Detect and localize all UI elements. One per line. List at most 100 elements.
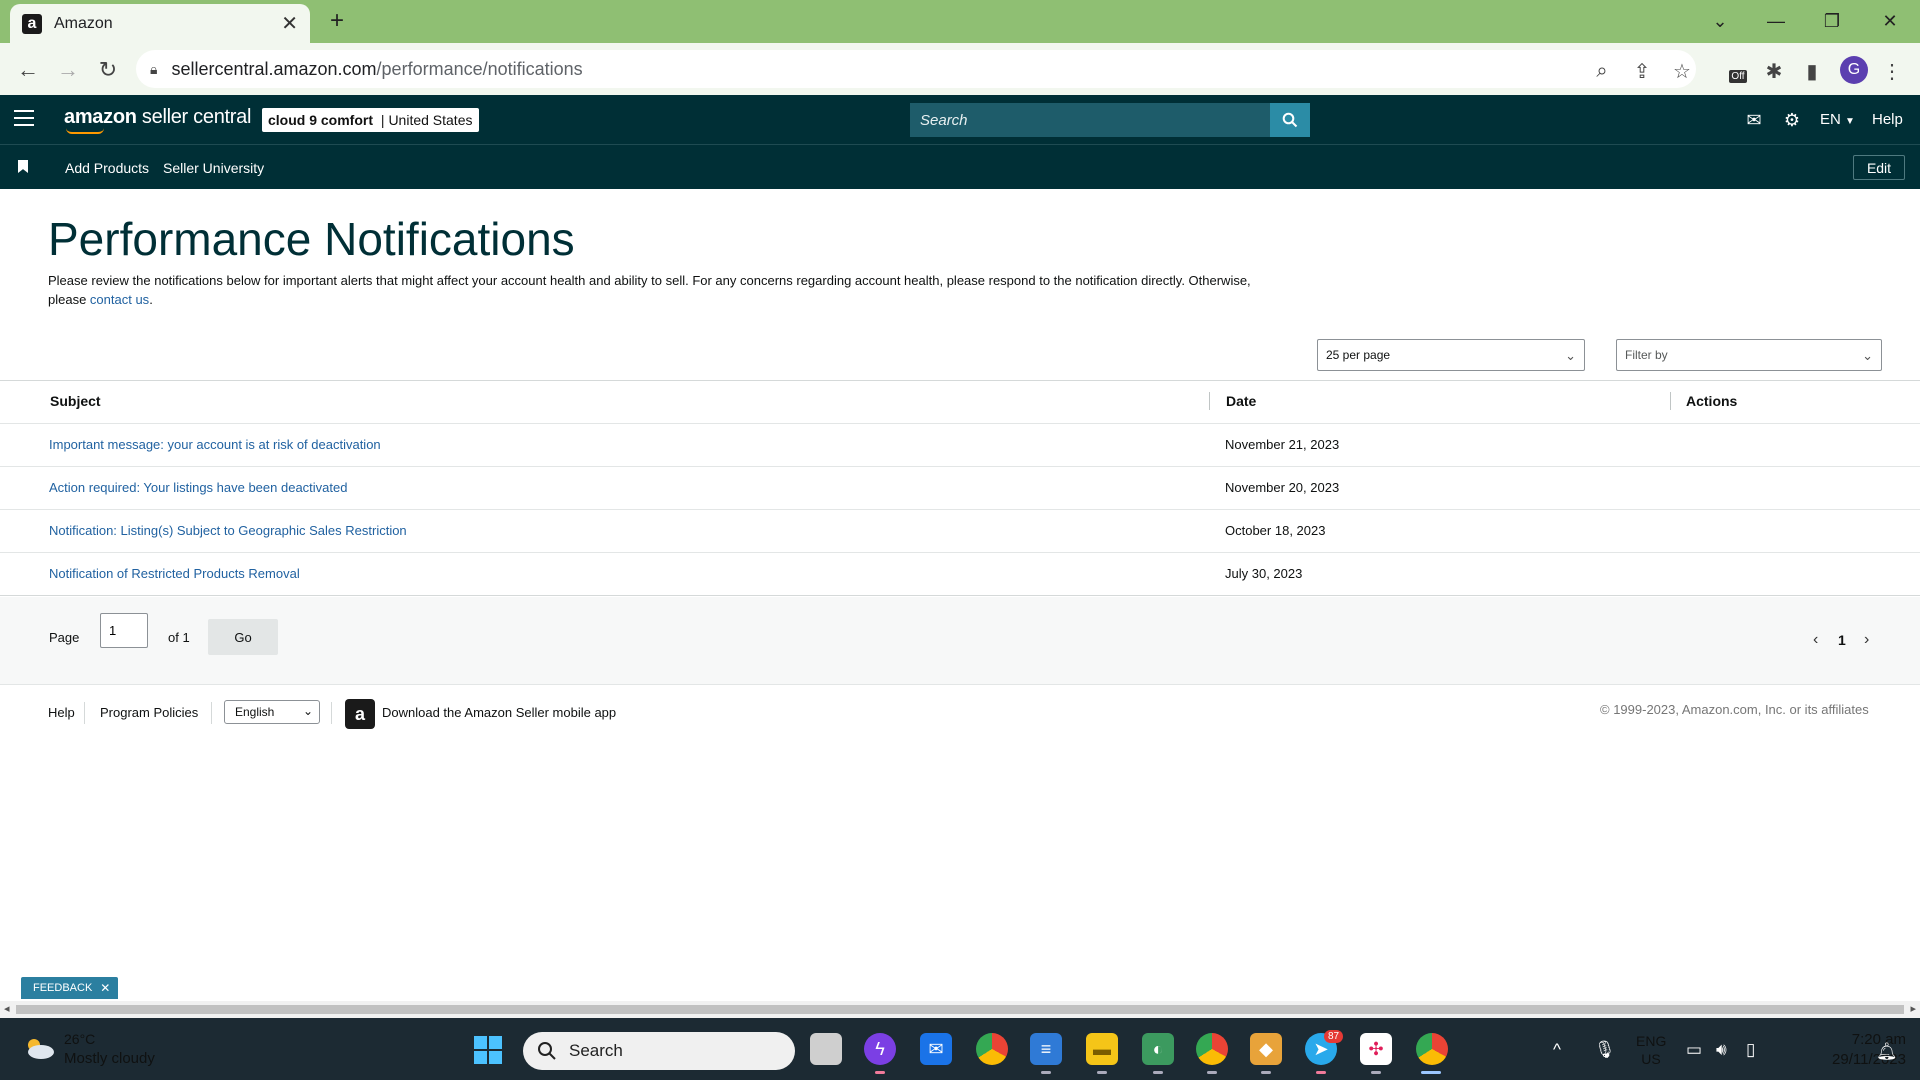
file-explorer-icon[interactable]: ▬ — [1086, 1033, 1118, 1065]
next-page-icon[interactable]: › — [1864, 631, 1869, 649]
tab-search-chevron-icon[interactable]: ⌄ — [1696, 4, 1744, 38]
chrome-icon[interactable] — [976, 1033, 1008, 1065]
filter-placeholder: Filter by — [1625, 348, 1668, 362]
address-bar[interactable]: 🔒︎ sellercentral.amazon.com/performance/… — [136, 50, 1696, 88]
account-switcher[interactable]: cloud 9 comfort | United States — [262, 108, 479, 132]
minimize-icon[interactable]: — — [1752, 4, 1800, 38]
description-text: Please review the notifications below fo… — [48, 273, 1251, 307]
battery-icon[interactable]: ▯ — [1746, 1040, 1755, 1060]
url-domain: sellercentral.amazon.com — [171, 58, 377, 79]
share-icon[interactable]: ⇪ — [1628, 57, 1656, 85]
go-button[interactable]: Go — [208, 619, 278, 655]
close-tab-icon[interactable]: ✕ — [281, 11, 298, 36]
extension-off-icon[interactable]: Off — [1722, 57, 1754, 85]
filter-select[interactable]: Filter by ⌄ — [1616, 339, 1882, 371]
messenger-icon[interactable]: ϟ — [864, 1033, 896, 1065]
account-region: United States — [388, 112, 473, 128]
settings-gear-icon[interactable]: ⚙ — [1781, 110, 1803, 130]
hamburger-menu-icon[interactable] — [14, 110, 34, 126]
chrome-menu-icon[interactable]: ⋮ — [1878, 57, 1906, 85]
scrollbar-thumb[interactable] — [16, 1005, 1904, 1014]
column-divider — [1670, 392, 1671, 410]
lang-top: ENG — [1636, 1033, 1667, 1049]
column-header-date[interactable]: Date — [1226, 393, 1256, 409]
chrome-profile-icon[interactable] — [1196, 1033, 1228, 1065]
page-description: Please review the notifications below fo… — [48, 271, 1288, 309]
page-number-input[interactable] — [100, 613, 148, 648]
footer-language-value: English — [235, 705, 275, 719]
footer-help-link[interactable]: Help — [48, 705, 75, 720]
description-end: . — [149, 292, 153, 307]
browser-tab[interactable]: a Amazon ✕ — [10, 4, 310, 43]
running-indicator — [875, 1071, 885, 1074]
per-page-select[interactable]: 25 per page ⌄ — [1317, 339, 1585, 371]
forward-icon[interactable]: → — [54, 56, 82, 84]
column-header-subject[interactable]: Subject — [50, 393, 101, 409]
weather-temperature[interactable]: 26°C — [64, 1031, 95, 1047]
scroll-left-icon[interactable]: ◂ — [4, 1002, 10, 1015]
program-policies-link[interactable]: Program Policies — [100, 705, 198, 720]
taskbar-search[interactable]: Search — [523, 1032, 795, 1070]
weather-description[interactable]: Mostly cloudy — [64, 1050, 155, 1067]
scroll-right-icon[interactable]: ▸ — [1910, 1002, 1916, 1015]
account-separator: | — [377, 112, 389, 128]
notepad-icon[interactable]: ≡ — [1030, 1033, 1062, 1065]
notification-subject-link[interactable]: Notification: Listing(s) Subject to Geog… — [49, 523, 407, 538]
download-app-link[interactable]: Download the Amazon Seller mobile app — [382, 705, 616, 720]
seller-central-logo[interactable]: amazon seller central — [64, 106, 251, 134]
restore-icon[interactable]: ❐ — [1808, 4, 1856, 38]
running-indicator — [1041, 1071, 1051, 1074]
add-products-link[interactable]: Add Products — [65, 160, 149, 176]
table-row: Important message: your account is at ri… — [0, 423, 1920, 466]
running-indicator — [1371, 1071, 1381, 1074]
search-button[interactable] — [1270, 103, 1310, 137]
notification-subject-link[interactable]: Action required: Your listings have been… — [49, 480, 347, 495]
mail-app-icon[interactable]: ✉ — [920, 1033, 952, 1065]
previous-page-icon[interactable]: ‹ — [1813, 631, 1818, 649]
seller-university-link[interactable]: Seller University — [163, 160, 264, 176]
feedback-tab[interactable]: FEEDBACK ✕ — [21, 977, 119, 999]
table-row: Action required: Your listings have been… — [0, 466, 1920, 509]
task-view-icon[interactable] — [810, 1033, 842, 1065]
edit-bookmarks-button[interactable]: Edit — [1853, 155, 1905, 180]
show-hidden-icons-icon[interactable]: ^ — [1553, 1040, 1561, 1060]
column-divider — [1209, 392, 1210, 410]
back-icon[interactable]: ← — [14, 56, 42, 84]
chrome-profile-icon[interactable]: ◐ — [1142, 1033, 1174, 1065]
lock-icon: 🔒︎ — [150, 60, 158, 77]
extensions-puzzle-icon[interactable]: ✱ — [1760, 57, 1788, 85]
input-language[interactable]: ENG US — [1636, 1032, 1666, 1068]
notification-subject-link[interactable]: Notification of Restricted Products Remo… — [49, 566, 300, 581]
page-total-label: of 1 — [168, 630, 190, 645]
horizontal-scrollbar[interactable]: ◂ ▸ — [0, 1001, 1920, 1018]
network-icon[interactable]: ▭ — [1686, 1040, 1702, 1060]
search-input[interactable] — [910, 103, 1270, 137]
running-indicator — [1097, 1071, 1107, 1074]
search-icon — [1282, 112, 1298, 128]
active-indicator — [1421, 1071, 1441, 1074]
mail-icon[interactable]: ✉ — [1743, 110, 1765, 130]
bookmark-star-icon[interactable]: ☆ — [1668, 57, 1696, 85]
contact-us-link[interactable]: contact us — [90, 292, 149, 307]
help-link[interactable]: Help — [1872, 111, 1903, 128]
notification-subject-link[interactable]: Important message: your account is at ri… — [49, 437, 381, 452]
close-icon[interactable]: ✕ — [100, 981, 110, 995]
zoom-icon[interactable]: ⌕ — [1588, 57, 1616, 85]
windows-start-icon[interactable] — [474, 1036, 502, 1064]
app-icon[interactable]: ◆ — [1250, 1033, 1282, 1065]
new-tab-icon[interactable]: + — [322, 6, 352, 36]
volume-icon[interactable]: 🔊︎ — [1716, 1040, 1727, 1060]
close-window-icon[interactable]: ✕ — [1866, 4, 1914, 38]
amazon-app-icon[interactable]: a — [345, 699, 375, 729]
notifications-bell-icon[interactable]: 🔔︎ — [1876, 1042, 1898, 1062]
footer-divider — [84, 702, 85, 724]
chrome-active-icon[interactable] — [1416, 1033, 1448, 1065]
page-number[interactable]: 1 — [1838, 632, 1846, 648]
microphone-icon[interactable]: 🎙︎ — [1594, 1040, 1616, 1060]
language-selector[interactable]: EN ▼ — [1820, 111, 1855, 128]
reload-icon[interactable]: ↻ — [94, 56, 122, 84]
side-panel-icon[interactable]: ▮ — [1798, 57, 1826, 85]
footer-language-select[interactable]: English ⌄ — [224, 700, 320, 724]
slack-icon[interactable]: ✣ — [1360, 1033, 1392, 1065]
profile-avatar[interactable]: G — [1840, 56, 1868, 84]
